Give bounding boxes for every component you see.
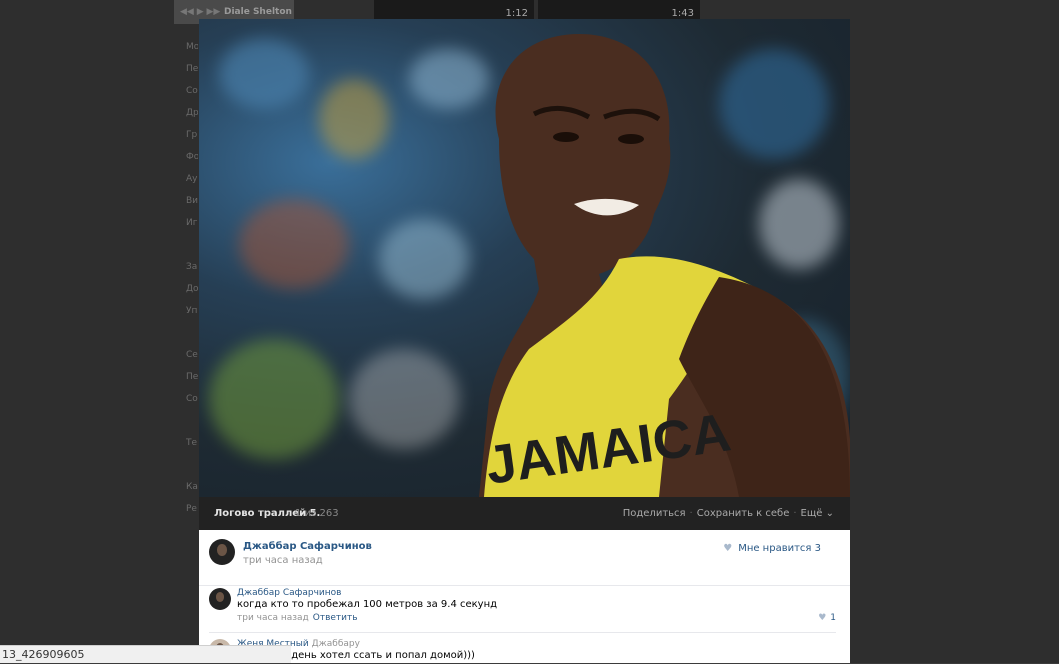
photo-toolbar: Логово траллей 5. 1 из 263 Поделиться · Со… — [199, 497, 850, 530]
bg-menu-item[interactable]: Пе — [186, 58, 198, 80]
separator-dot: · — [793, 508, 797, 519]
author-name-link[interactable]: Джаббар Сафарчинов — [243, 541, 372, 552]
comment-like-button[interactable]: ♥ 1 — [818, 613, 836, 623]
photo-image[interactable]: JAMAICA — [199, 19, 850, 497]
bg-menu-item[interactable]: Со — [186, 388, 198, 410]
bg-menu-item[interactable] — [186, 322, 198, 344]
bg-menu-item[interactable]: Ау — [186, 168, 198, 190]
bg-menu-item[interactable]: Гр — [186, 124, 198, 146]
bg-menu-item[interactable]: Фо — [186, 146, 198, 168]
reply-button[interactable]: Ответить — [313, 613, 358, 623]
bg-menu-item[interactable] — [186, 234, 198, 256]
save-to-me-button[interactable]: Сохранить к себе — [697, 508, 790, 519]
play-controls-icon[interactable]: ◀◀ ▶ ▶▶ — [180, 7, 220, 17]
video-thumb[interactable]: 1:43 — [538, 0, 700, 19]
bg-menu-item[interactable]: Со — [186, 80, 198, 102]
post-time: три часа назад — [243, 555, 323, 566]
bg-menu-item[interactable]: До — [186, 278, 198, 300]
photo-viewer: JAMAICA Логово траллей 5. 1 из 263 Подел… — [199, 19, 850, 663]
video-thumb[interactable]: 1:12 — [374, 0, 534, 19]
comment-item: Джаббар Сафарчинов когда кто то пробежал… — [199, 588, 850, 628]
avatar[interactable] — [209, 588, 231, 610]
browser-status-bar: 13_426909605 — [0, 645, 291, 663]
video-duration: 1:43 — [671, 8, 694, 19]
comment-author-link[interactable]: Джаббар Сафарчинов — [237, 588, 341, 598]
athlete-figure: JAMAICA — [479, 34, 850, 497]
comment-time: три часа назад — [237, 613, 309, 623]
bg-menu-item[interactable] — [186, 410, 198, 432]
bg-menu-item[interactable]: Се — [186, 344, 198, 366]
avatar[interactable] — [209, 539, 235, 565]
photo-actions: Поделиться · Сохранить к себе · Ещё ⌄ — [623, 508, 834, 519]
reply-to[interactable]: Джаббару — [312, 639, 360, 649]
video-duration: 1:12 — [505, 8, 528, 19]
bg-menu-item[interactable]: Ви — [186, 190, 198, 212]
bg-menu-item[interactable]: Пе — [186, 366, 198, 388]
bg-menu-item[interactable]: Др — [186, 102, 198, 124]
comment-meta: три часа назад Ответить — [237, 613, 358, 623]
bg-menu-item[interactable]: Ре — [186, 498, 198, 520]
share-button[interactable]: Поделиться — [623, 508, 686, 519]
player-track-name: Diale Shelton — [224, 7, 292, 17]
bg-menu-item[interactable]: За — [186, 256, 198, 278]
like-count: 3 — [814, 543, 821, 554]
bg-menu-item[interactable]: Mo — [186, 36, 198, 58]
comment-text: когда кто то пробежал 100 метров за 9.4 … — [237, 599, 498, 610]
like-label: Мне нравится — [738, 543, 812, 554]
bg-menu-item[interactable]: Те — [186, 432, 198, 454]
left-menu: Mo Пе Со Др Гр Фо Ау Ви Иг За До Уп Се Пе Со Те Ка Ре — [186, 36, 198, 520]
separator-dot: · — [689, 508, 693, 519]
bg-menu-item[interactable]: Уп — [186, 300, 198, 322]
comment-item: Женя Местный Джаббару огда весь день хот… — [199, 639, 850, 663]
like-button[interactable]: ♥ Мне нравится 3 — [723, 543, 821, 554]
bg-menu-item[interactable]: Ка — [186, 476, 198, 498]
photo-author: Джаббар Сафарчинов три часа назад ♥ Мне н… — [199, 530, 850, 586]
more-button[interactable]: Ещё ⌄ — [801, 508, 834, 519]
heart-icon: ♥ — [723, 543, 733, 554]
bg-menu-item[interactable] — [186, 454, 198, 476]
divider — [209, 632, 836, 633]
heart-icon: ♥ — [818, 613, 827, 623]
comment-like-count: 1 — [830, 613, 836, 623]
bg-menu-item[interactable]: Иг — [186, 212, 198, 234]
photo-counter: 1 из 263 — [295, 508, 339, 519]
